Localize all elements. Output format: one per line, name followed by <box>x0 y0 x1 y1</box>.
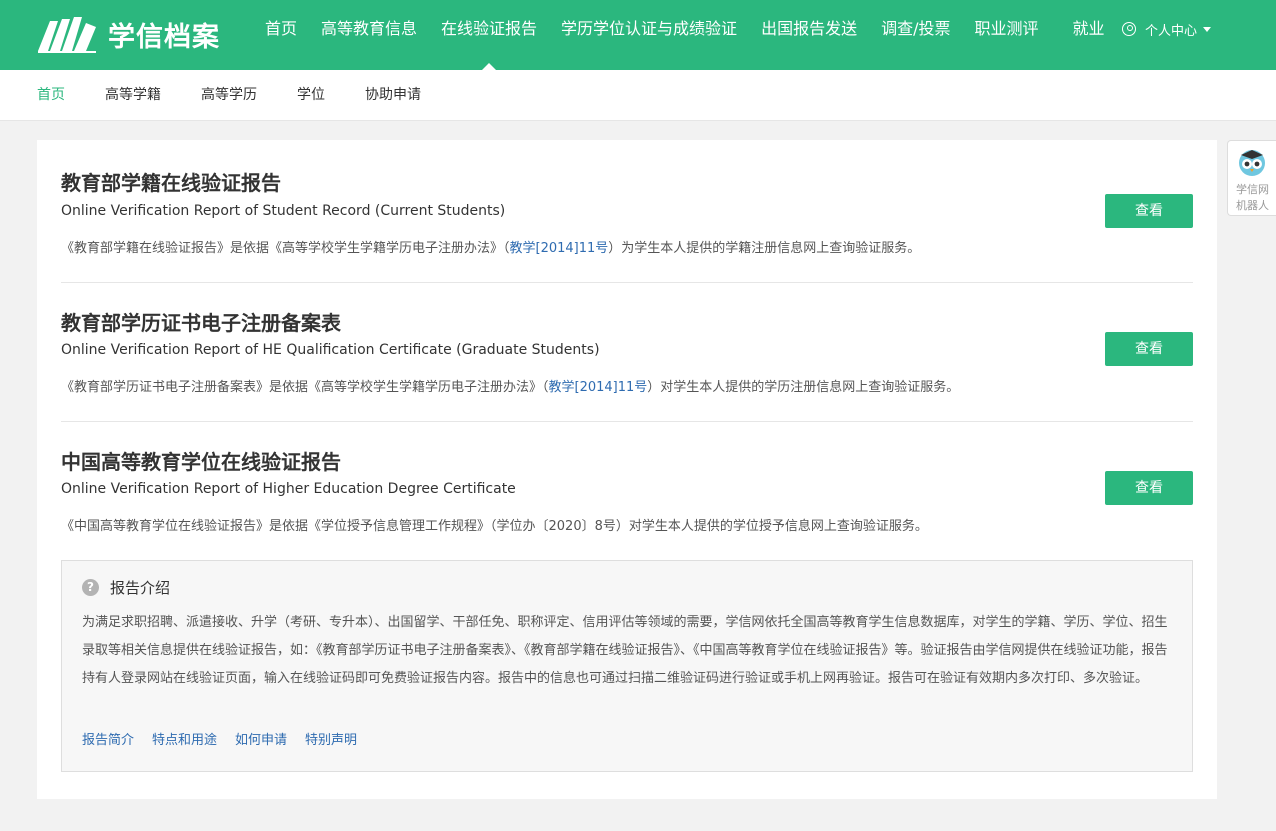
subnav-item-qualification[interactable]: 高等学历 <box>201 70 257 120</box>
caret-down-icon <box>1203 26 1212 32</box>
main-nav: 首页 高等教育信息 在线验证报告 学历学位认证与成绩验证 出国报告发送 调查/投… <box>253 0 1117 70</box>
intro-header: ? 报告介绍 <box>82 577 170 598</box>
link-report-summary[interactable]: 报告简介 <box>82 729 134 748</box>
report-description: 《中国高等教育学位在线验证报告》是依据《学位授予信息管理工作规程》（学位办〔20… <box>61 515 928 534</box>
robot-label-line2: 机器人 <box>1236 199 1269 212</box>
intro-links: 报告简介 特点和用途 如何申请 特别声明 <box>82 729 375 748</box>
robot-label: 学信网 机器人 <box>1228 182 1276 214</box>
desc-text: 《教育部学历证书电子注册备案表》是依据《高等学校学生学籍学历电子注册办法》（ <box>61 380 549 395</box>
report-description: 《教育部学籍在线验证报告》是依据《高等学校学生学籍学历电子注册办法》（教学[20… <box>61 237 920 256</box>
nav-item-overseas-report[interactable]: 出国报告发送 <box>749 0 869 70</box>
sub-nav: 首页 高等学籍 高等学历 学位 协助申请 <box>0 70 1276 121</box>
view-button[interactable]: 查看 <box>1105 332 1193 366</box>
report-title: 中国高等教育学位在线验证报告 <box>61 450 341 474</box>
nav-item-employment[interactable]: 就业 <box>1061 0 1117 70</box>
nav-item-survey-vote[interactable]: 调查/投票 <box>869 0 962 70</box>
nav-item-higher-education-info[interactable]: 高等教育信息 <box>309 0 429 70</box>
regulation-link[interactable]: 教学[2014]11号 <box>510 241 609 256</box>
link-features-uses[interactable]: 特点和用途 <box>152 729 217 748</box>
book-logo-icon <box>38 17 96 53</box>
user-center-menu[interactable]: 个人中心 <box>1122 0 1212 58</box>
question-circle-icon: ? <box>82 579 99 596</box>
user-icon <box>1122 22 1136 36</box>
report-intro-panel: ? 报告介绍 为满足求职招聘、派遣接收、升学（考研、专升本）、出国留学、干部任免… <box>61 560 1193 772</box>
report-item-degree: 中国高等教育学位在线验证报告 Online Verification Repor… <box>61 422 1193 557</box>
intro-body: 为满足求职招聘、派遣接收、升学（考研、专升本）、出国留学、干部任免、职称评定、信… <box>82 615 1168 686</box>
brand-name: 学信档案 <box>108 21 220 53</box>
report-title: 教育部学历证书电子注册备案表 <box>61 311 341 335</box>
owl-robot-icon <box>1239 150 1265 176</box>
report-title: 教育部学籍在线验证报告 <box>61 171 281 195</box>
report-subtitle: Online Verification Report of Student Re… <box>61 203 506 219</box>
chat-robot-widget[interactable]: 学信网 机器人 <box>1227 140 1276 216</box>
top-navbar: 学信档案 首页 高等教育信息 在线验证报告 学历学位认证与成绩验证 出国报告发送… <box>0 0 1276 70</box>
user-center-label: 个人中心 <box>1145 23 1198 39</box>
view-button[interactable]: 查看 <box>1105 194 1193 228</box>
report-subtitle: Online Verification Report of HE Qualifi… <box>61 342 600 358</box>
nav-item-degree-certification[interactable]: 学历学位认证与成绩验证 <box>549 0 749 70</box>
robot-label-line1: 学信网 <box>1236 183 1269 196</box>
nav-item-career-assessment[interactable]: 职业测评 <box>962 0 1050 70</box>
regulation-link[interactable]: 教学[2014]11号 <box>549 380 648 395</box>
subnav-item-student-record[interactable]: 高等学籍 <box>105 70 161 120</box>
desc-text: 《教育部学籍在线验证报告》是依据《高等学校学生学籍学历电子注册办法》（ <box>61 241 510 256</box>
link-special-statement[interactable]: 特别声明 <box>305 729 357 748</box>
link-how-to-apply[interactable]: 如何申请 <box>235 729 287 748</box>
report-description: 《教育部学历证书电子注册备案表》是依据《高等学校学生学籍学历电子注册办法》（教学… <box>61 376 959 395</box>
subnav-item-degree[interactable]: 学位 <box>297 70 325 120</box>
view-button[interactable]: 查看 <box>1105 471 1193 505</box>
desc-text: 《中国高等教育学位在线验证报告》是依据《学位授予信息管理工作规程》（学位办〔20… <box>61 519 928 534</box>
report-item-student-record: 教育部学籍在线验证报告 Online Verification Report o… <box>61 140 1193 283</box>
report-list-card: 教育部学籍在线验证报告 Online Verification Report o… <box>37 140 1217 799</box>
report-item-qualification: 教育部学历证书电子注册备案表 Online Verification Repor… <box>61 283 1193 422</box>
intro-title: 报告介绍 <box>110 579 171 597</box>
nav-item-home[interactable]: 首页 <box>253 0 309 70</box>
subnav-item-home[interactable]: 首页 <box>37 70 65 120</box>
desc-text: ）对学生本人提供的学历注册信息网上查询验证服务。 <box>647 380 960 395</box>
report-subtitle: Online Verification Report of Higher Edu… <box>61 481 516 497</box>
site-logo[interactable]: 学信档案 <box>36 10 220 58</box>
subnav-item-assist-apply[interactable]: 协助申请 <box>365 70 421 120</box>
desc-text: ）为学生本人提供的学籍注册信息网上查询验证服务。 <box>608 241 921 256</box>
nav-item-online-verification-report[interactable]: 在线验证报告 <box>429 0 549 70</box>
